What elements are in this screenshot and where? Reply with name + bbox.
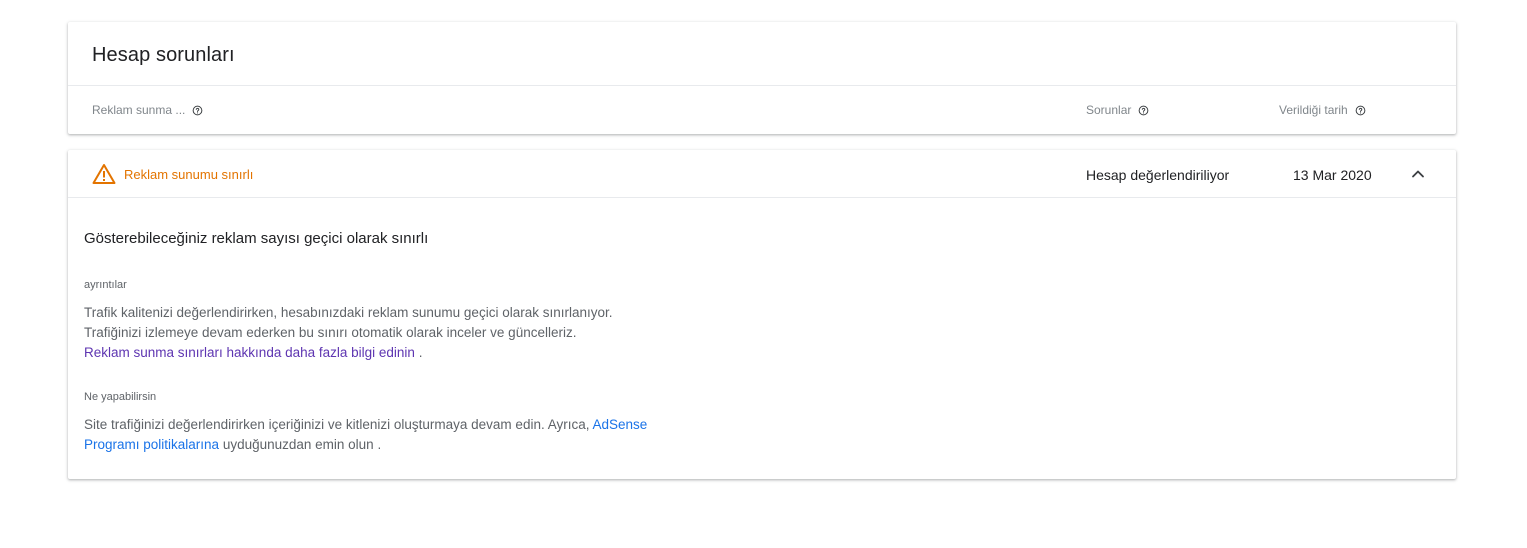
column-header-label: Reklam sunma ... [92,103,186,117]
ad-serving-limits-link[interactable]: Reklam sunma sınırları hakkında daha faz… [84,345,415,360]
issue-name: Hesap değerlendiriliyor [1086,167,1230,183]
page-title: Hesap sorunları [92,44,235,66]
help-icon[interactable] [1355,105,1366,116]
header-divider [68,85,1456,86]
details-body: Trafik kalitenizi değerlendirirken, hesa… [84,305,613,340]
help-icon[interactable] [192,105,203,116]
actions-end: uyduğunuzdan emin olun . [222,437,382,452]
actions-body: Site trafiğinizi değerlendirirken içeriğ… [84,417,590,432]
issue-date: 13 Mar 2020 [1293,167,1372,183]
account-issues-header-card: Hesap sorunları Reklam sunma ... Sorunla… [68,22,1456,134]
column-header-label: Sorunlar [1086,103,1132,117]
status-label: Reklam sunumu sınırlı [124,167,254,182]
details-text: Trafik kalitenizi değerlendirirken, hesa… [84,303,624,363]
warning-icon [92,163,116,185]
column-header-issues[interactable]: Sorunlar [1086,103,1149,117]
details-label: ayrıntılar [84,279,127,291]
column-header-date-issued[interactable]: Verildiği tarih [1279,103,1366,117]
issue-detail-card: Reklam sunumu sınırlı Hesap değerlendiri… [68,150,1456,479]
chevron-up-icon[interactable] [1406,164,1430,184]
details-end: . [418,345,423,360]
detail-title: Gösterebileceğiniz reklam sayısı geçici … [84,230,429,247]
help-icon[interactable] [1138,105,1149,116]
column-header-ad-serving[interactable]: Reklam sunma ... [92,103,203,117]
actions-text: Site trafiğinizi değerlendirirken içeriğ… [84,415,654,455]
actions-label: Ne yapabilirsin [84,391,157,403]
issue-row[interactable]: Reklam sunumu sınırlı Hesap değerlendiri… [68,150,1456,198]
column-header-label: Verildiği tarih [1279,103,1348,117]
